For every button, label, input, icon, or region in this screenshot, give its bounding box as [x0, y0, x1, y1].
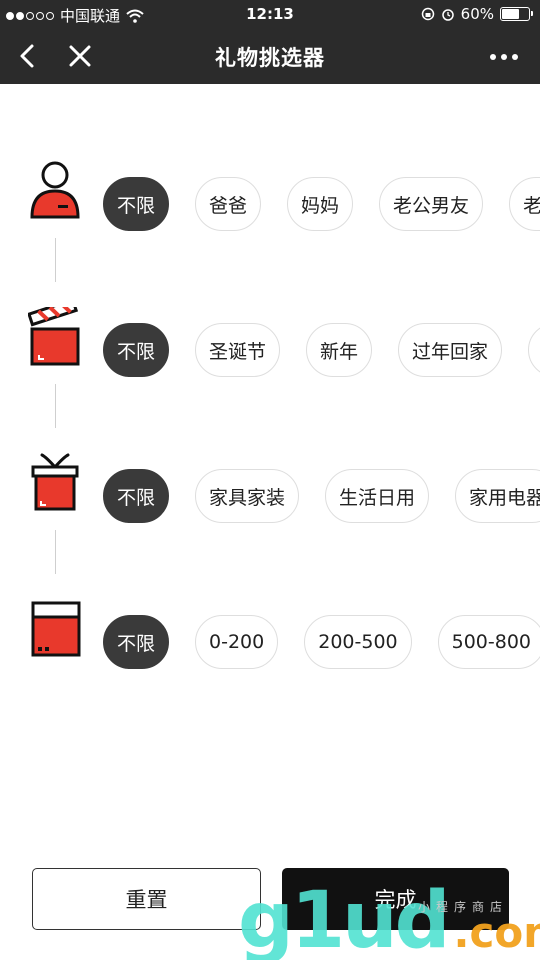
filter-row-category: 不限 家具家装 生活日用 家用电器 — [0, 453, 540, 523]
connector-line — [55, 384, 56, 428]
page-title: 礼物挑选器 — [215, 46, 325, 70]
filter-row-price: 不限 0-200 200-500 500-800 — [0, 601, 540, 669]
gift-box-icon — [31, 453, 79, 511]
chip-option[interactable]: 圣诞节 — [195, 323, 281, 377]
chip-option[interactable]: 家用电器 — [455, 469, 540, 523]
battery-percent: 60% — [460, 5, 494, 23]
watermark-suffix: .com — [453, 908, 540, 957]
person-icon — [30, 161, 80, 219]
connector-line — [55, 238, 56, 282]
status-right: 60% — [421, 5, 533, 23]
connector-line — [55, 530, 56, 574]
watermark-small-text: 小程序商店 — [418, 900, 509, 914]
chip-option[interactable]: 情 — [528, 323, 540, 377]
chip-option[interactable]: 新年 — [306, 323, 373, 377]
chip-option[interactable]: 爸爸 — [195, 177, 262, 231]
filter-row-occasion: 不限 圣诞节 新年 过年回家 情 — [0, 307, 540, 377]
chip-option[interactable]: 不限 — [103, 323, 170, 377]
chip-option[interactable]: 500-800 — [437, 615, 540, 669]
chip-option[interactable]: 老婆 — [509, 177, 540, 231]
alarm-icon — [441, 9, 454, 21]
filter-row-recipient: 不限 爸爸 妈妈 老公男友 老婆 — [0, 161, 540, 231]
chip-option[interactable]: 家具家装 — [195, 469, 300, 523]
chip-option[interactable]: 不限 — [103, 615, 170, 669]
reset-button[interactable]: 重置 — [32, 868, 261, 930]
chip-list: 不限 爸爸 妈妈 老公男友 老婆 — [103, 177, 540, 231]
chip-option[interactable]: 200-500 — [304, 615, 412, 669]
chip-list: 不限 圣诞节 新年 过年回家 情 — [103, 323, 540, 377]
chip-option[interactable]: 不限 — [103, 177, 170, 231]
chip-option[interactable]: 老公男友 — [379, 177, 484, 231]
watermark-logo: g1ud .com — [238, 876, 540, 960]
chip-option[interactable]: 不限 — [103, 469, 170, 523]
chip-option[interactable]: 生活日用 — [325, 469, 430, 523]
chip-option[interactable]: 0-200 — [195, 615, 279, 669]
price-box-icon — [31, 601, 81, 657]
status-bar: 中国联通 12:13 60% — [0, 0, 540, 28]
nav-bar: 礼物挑选器 — [0, 28, 540, 84]
chip-option[interactable]: 过年回家 — [398, 323, 503, 377]
chip-list: 不限 家具家装 生活日用 家用电器 — [103, 469, 540, 523]
chip-list: 不限 0-200 200-500 500-800 — [103, 615, 540, 669]
battery-icon — [500, 7, 533, 21]
rotation-lock-icon — [421, 7, 434, 21]
watermark-main: g1ud — [238, 876, 450, 960]
chip-option[interactable]: 妈妈 — [287, 177, 354, 231]
clapperboard-icon — [28, 307, 80, 366]
more-options-icon[interactable] — [490, 54, 518, 60]
